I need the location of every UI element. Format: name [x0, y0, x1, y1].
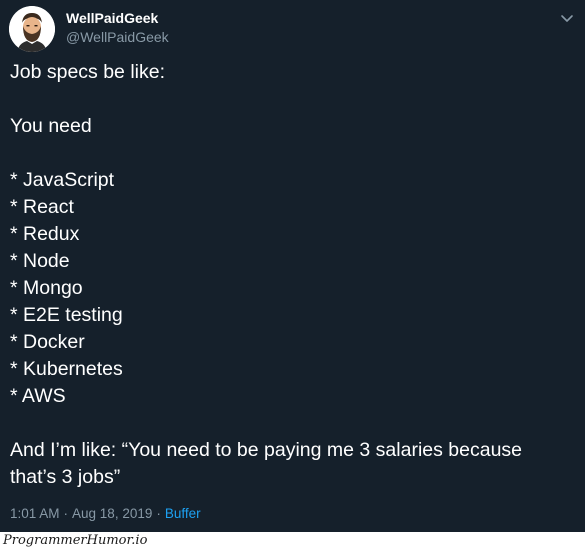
- tweet-line: * Mongo: [10, 277, 83, 299]
- tweet-line: * E2E testing: [10, 304, 123, 326]
- author-display-name[interactable]: WellPaidGeek: [66, 10, 158, 26]
- tweet-line: * React: [10, 196, 74, 218]
- tweet-line: [10, 140, 570, 167]
- tweet-line: * JavaScript: [10, 169, 115, 191]
- tweet-text: Job specs be like: You need * JavaScript…: [10, 59, 570, 491]
- watermark-bar: ProgrammerHumor.io: [0, 532, 585, 549]
- tweet-card: WellPaidGeek @WellPaidGeek Job specs be …: [0, 0, 585, 536]
- tweet-line: [10, 410, 570, 437]
- meta-separator: ·: [156, 506, 161, 521]
- meta-separator: ·: [63, 506, 69, 521]
- tweet-line: * Docker: [10, 331, 85, 353]
- tweet-line: * Redux: [10, 223, 80, 245]
- tweet-date[interactable]: Aug 18, 2019: [72, 506, 152, 521]
- tweet-line: Job specs be like:: [10, 61, 166, 83]
- tweet-line: * Node: [10, 250, 70, 272]
- chevron-down-icon: [561, 15, 573, 22]
- tweet-line: * Kubernetes: [10, 358, 123, 380]
- tweet-time[interactable]: 1:01 AM: [10, 506, 60, 521]
- tweet-source-link[interactable]: Buffer: [165, 506, 201, 521]
- watermark-text: ProgrammerHumor.io: [3, 533, 148, 548]
- bearded-man-avatar-icon: [9, 6, 55, 52]
- author-handle[interactable]: @WellPaidGeek: [66, 29, 169, 45]
- tweet-line: [10, 86, 570, 113]
- tweet-line: * AWS: [10, 385, 66, 407]
- tweet-menu-button[interactable]: [559, 10, 575, 26]
- tweet-line: You need: [10, 115, 92, 137]
- tweet-meta: 1:01 AM · Aug 18, 2019 · Buffer: [10, 506, 201, 521]
- avatar[interactable]: [9, 6, 55, 52]
- tweet-line: And I’m like: “You need to be paying me …: [10, 439, 523, 488]
